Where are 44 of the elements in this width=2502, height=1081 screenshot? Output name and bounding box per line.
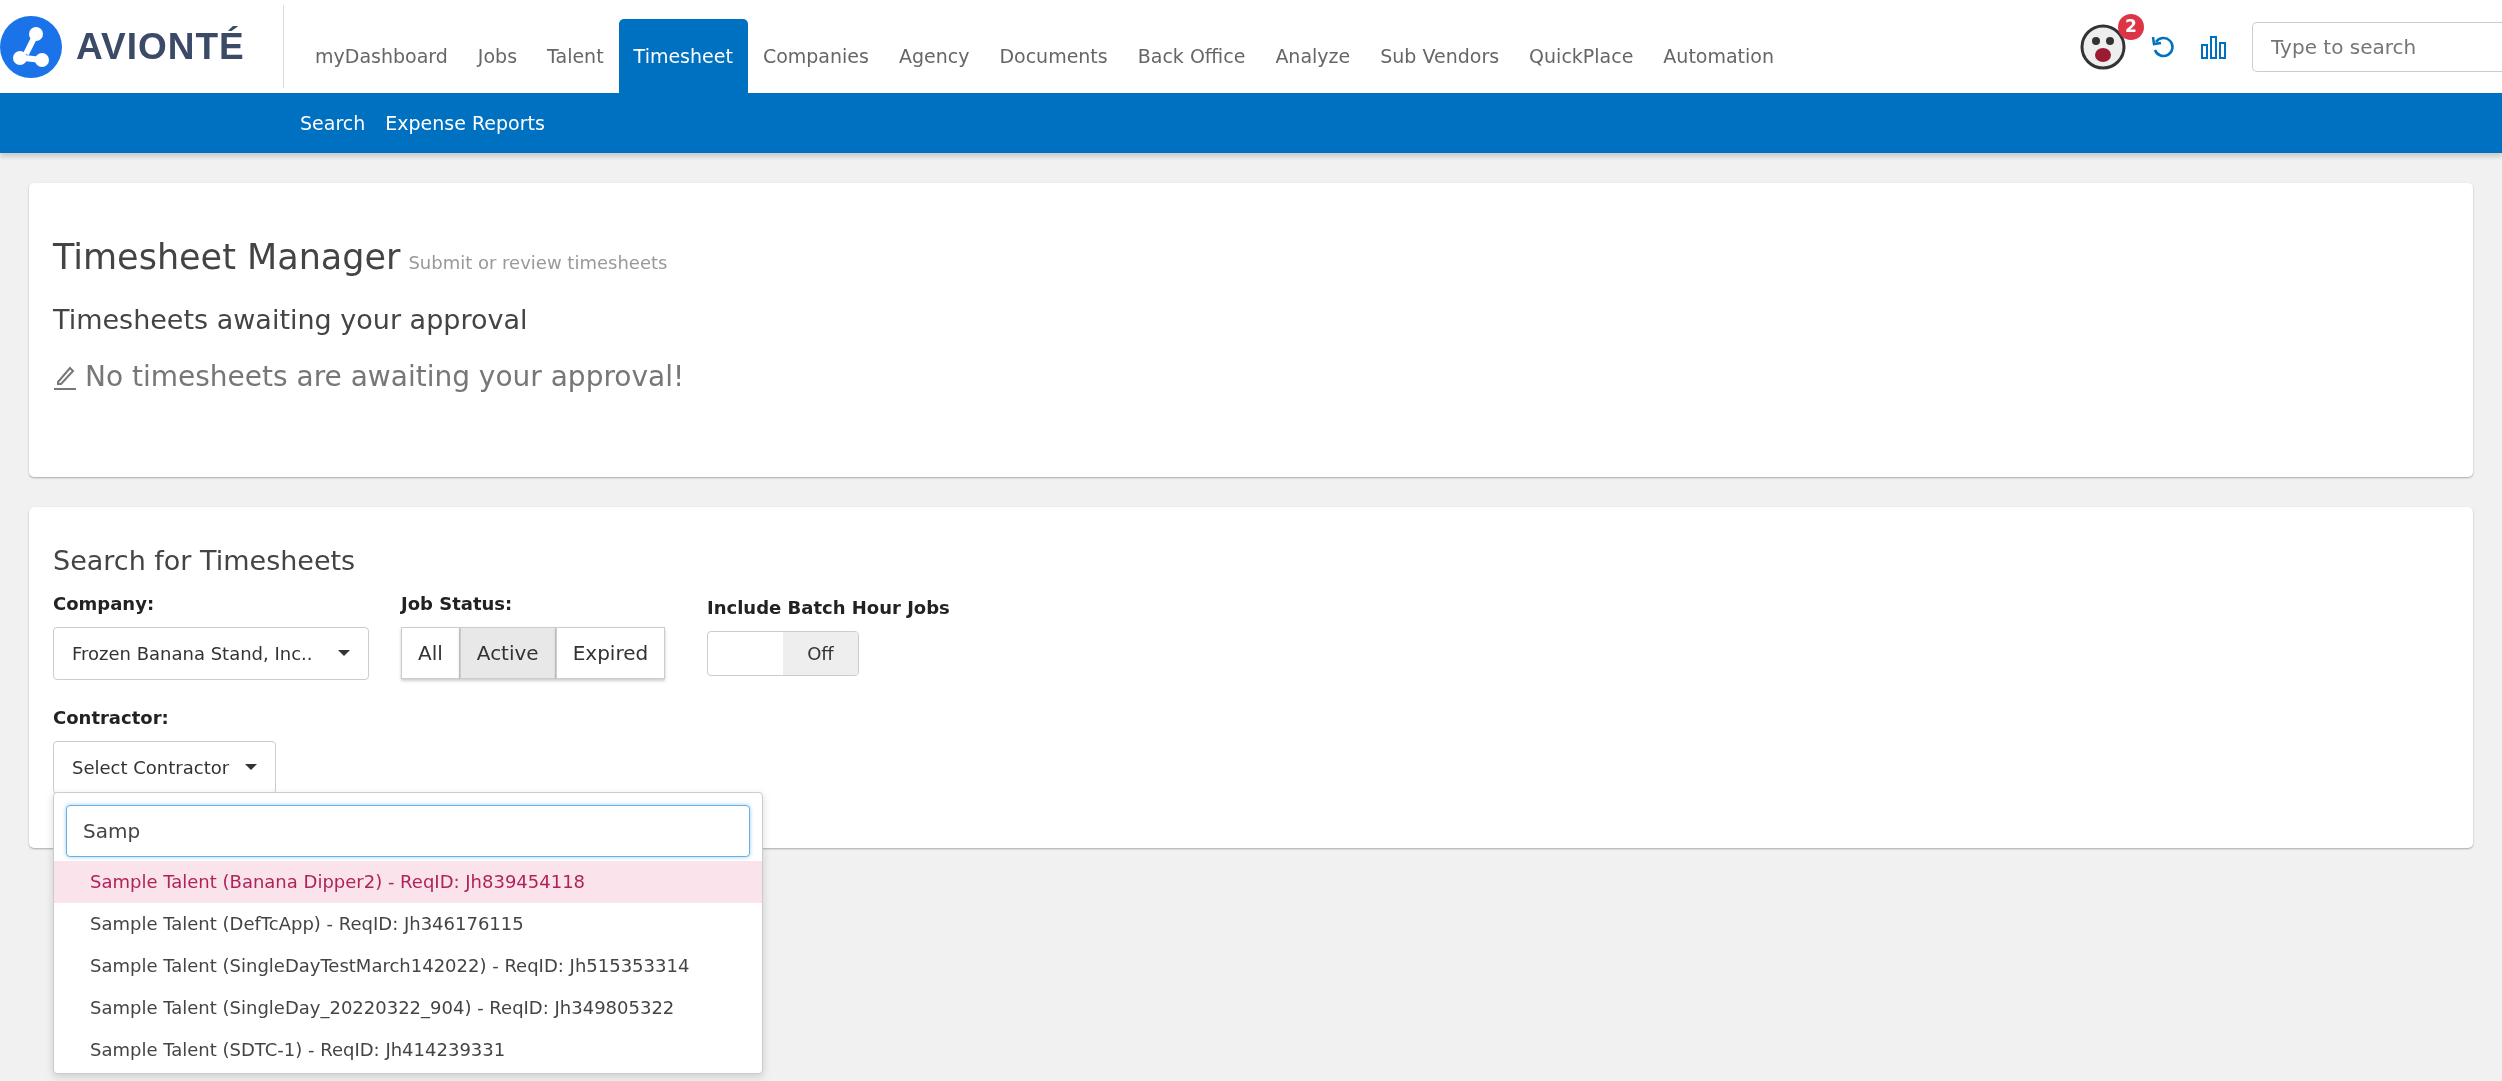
nav-tab[interactable]: Timesheet — [618, 19, 748, 93]
subnav-link[interactable]: Search — [300, 108, 366, 138]
field-label: Include Batch Hour Jobs — [707, 595, 950, 620]
nav-tab[interactable]: Back Office — [1122, 19, 1261, 93]
nav-tab[interactable]: Documents — [984, 19, 1123, 93]
field-label: Job Status: — [401, 591, 514, 616]
nav-tab[interactable]: Analyze — [1260, 19, 1366, 93]
caret-icon — [245, 764, 258, 770]
status-option[interactable]: Active — [459, 626, 556, 679]
avatar-icon[interactable] — [2080, 23, 2126, 70]
notification-badge: 2 — [2118, 13, 2144, 40]
subnav-link[interactable]: Expense Reports — [385, 108, 545, 138]
dropdown-option[interactable]: Sample Talent (SingleDay_20220322_904) - ReqID: Jh349805322 — [54, 986, 762, 1029]
page-subtitle: Submit or review timesheets — [408, 251, 668, 275]
nav-tab[interactable]: myDashboard — [300, 19, 463, 93]
dropdown-option[interactable]: Sample Talent (SingleDayTestMarch142022) - ReqID: Jh515353314 — [54, 944, 762, 987]
status-option[interactable]: All — [401, 626, 460, 679]
field-label: Company: — [53, 591, 156, 616]
dropdown-option[interactable]: Sample Talent (DefTcApp) - ReqID: Jh346176115 — [54, 902, 762, 945]
page-title: Timesheet Manager — [53, 236, 401, 279]
toggle-state: Off — [807, 641, 834, 666]
contractor-select[interactable]: Select Contractor — [53, 740, 277, 794]
company-select[interactable]: Frozen Banana Stand, Inc.. — [53, 626, 369, 680]
caret-icon — [338, 650, 350, 656]
search-field[interactable]: Samp — [66, 804, 750, 857]
section-heading: Search for Timesheets — [53, 544, 357, 578]
empty-message: No timesheets are awaiting your approval! — [85, 359, 685, 395]
nav-tab[interactable]: Sub Vendors — [1365, 19, 1515, 93]
nav-tab[interactable]: Jobs — [462, 19, 533, 93]
dropdown-option[interactable]: Sample Talent (SDTC-1) - ReqID: Jh414239331 — [54, 1028, 762, 1071]
nav-tab[interactable]: Agency — [883, 19, 985, 93]
bar-chart-icon[interactable] — [2200, 34, 2228, 59]
dropdown-option[interactable]: Sample Talent (Banana Dipper2) - ReqID: Jh839454118 — [54, 860, 762, 903]
toggle-switch[interactable]: Off — [707, 630, 859, 676]
pencil-icon — [53, 364, 77, 390]
section-heading: Timesheets awaiting your approval — [53, 302, 529, 337]
search-field[interactable]: Type to search — [2252, 21, 2502, 72]
nav-tab[interactable]: QuickPlace — [1514, 19, 1649, 93]
field-label: Contractor: — [53, 705, 170, 730]
nav-tab[interactable]: Talent — [532, 19, 619, 93]
status-option[interactable]: Expired — [555, 626, 666, 679]
nav-tab[interactable]: Companies — [747, 19, 884, 93]
brand-name: AVIONTÉ — [76, 24, 245, 69]
nav-tab[interactable]: Automation — [1648, 19, 1790, 93]
